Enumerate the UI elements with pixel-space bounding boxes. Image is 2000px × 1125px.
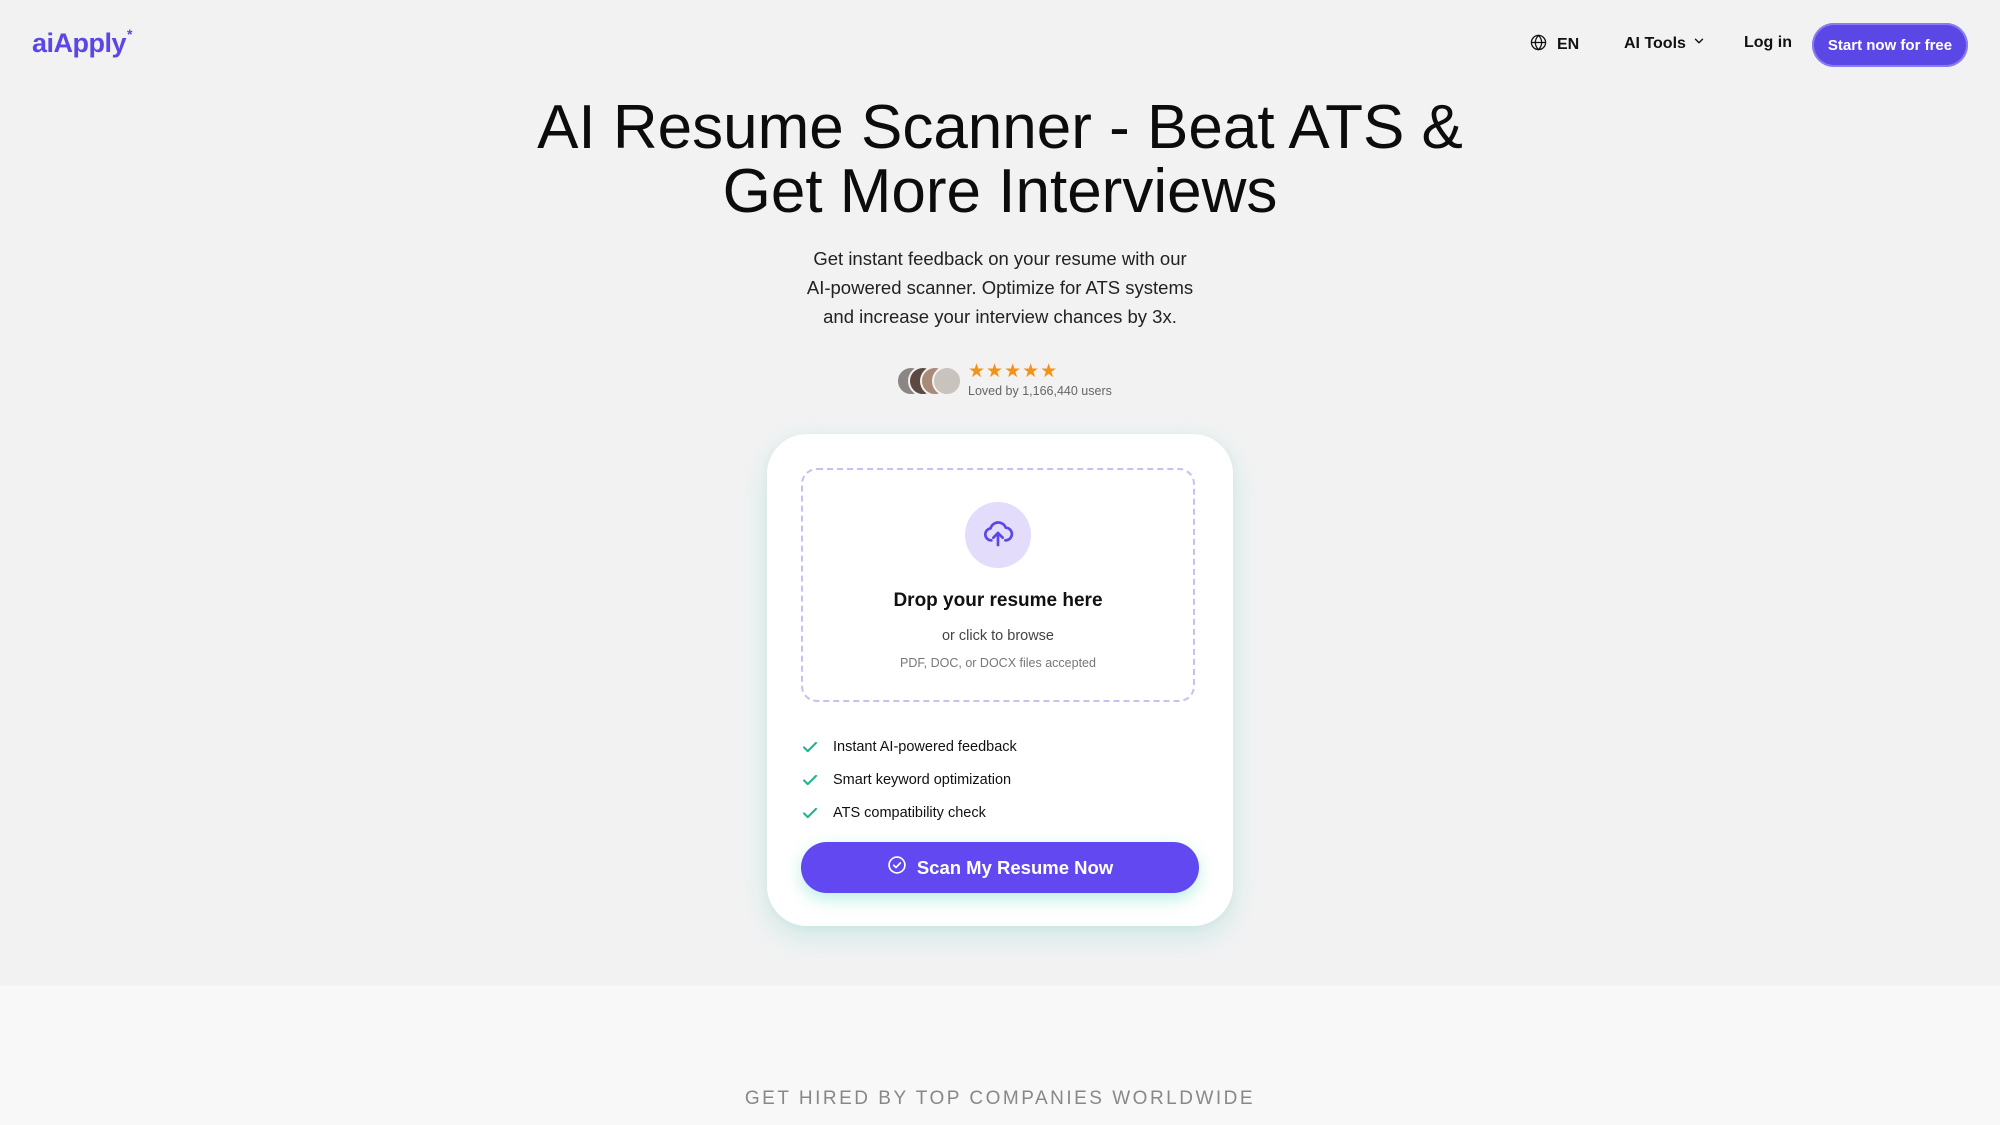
login-link[interactable]: Log in [1744,34,1792,52]
title-line-1: AI Resume Scanner - Beat ATS & [537,93,1463,162]
hero-subtitle: Get instant feedback on your resume with… [780,244,1220,331]
list-item: ATS compatibility check [801,796,1195,829]
feature-label: ATS compatibility check [833,804,986,821]
start-free-button[interactable]: Start now for free [1812,23,1968,67]
upload-icon-badge [965,502,1031,568]
language-label: EN [1557,36,1580,53]
check-icon [801,771,819,789]
check-icon [801,738,819,756]
logo[interactable]: aiApply* [32,26,132,59]
star-rating: ★★★★★ [968,361,1059,382]
ai-tools-label: AI Tools [1624,34,1686,52]
site-header: aiApply* EN AI Tools Log in Start now fo… [0,0,2000,92]
title-line-2: Get More Interviews [722,157,1278,226]
feature-label: Smart keyword optimization [833,771,1012,788]
subtitle-line-3: and increase your interview chances by 3… [823,306,1177,327]
feature-list: Instant AI-powered feedback Smart keywor… [801,730,1195,829]
check-icon [801,804,819,822]
scan-button-label: Scan My Resume Now [916,856,1114,878]
subtitle-line-1: Get instant feedback on your resume with… [813,248,1187,269]
list-item: Smart keyword optimization [801,763,1195,796]
resume-scanner-card: Drop your resume here or click to browse… [767,434,1233,926]
cloud-upload-icon [982,517,1014,554]
companies-heading: GET HIRED BY TOP COMPANIES WORLDWIDE [744,1088,1256,1109]
user-avatars [896,366,962,396]
avatar [932,366,962,396]
globe-icon [1530,34,1547,56]
subtitle-line-2: AI-powered scanner. Optimize for ATS sys… [806,277,1194,298]
logo-sparkle-icon: * [127,26,132,42]
companies-section: GET HIRED BY TOP COMPANIES WORLDWIDE [0,986,2000,1125]
loved-by-text: Loved by 1,166,440 users [968,384,1112,398]
social-proof: ★★★★★ Loved by 1,166,440 users [896,360,1196,404]
check-circle-icon [887,855,907,880]
language-selector[interactable]: EN [1530,34,1579,56]
feature-label: Instant AI-powered feedback [833,738,1017,755]
chevron-down-icon [1692,34,1706,53]
ai-tools-menu[interactable]: AI Tools [1624,34,1706,53]
browse-text: or click to browse [941,628,1054,644]
scan-resume-button[interactable]: Scan My Resume Now [801,842,1199,893]
accepted-formats: PDF, DOC, or DOCX files accepted [900,656,1096,670]
list-item: Instant AI-powered feedback [801,730,1195,763]
dropzone-title: Drop your resume here [893,590,1103,611]
logo-text: aiApply [32,28,127,58]
resume-dropzone[interactable]: Drop your resume here or click to browse… [801,468,1195,702]
page-title: AI Resume Scanner - Beat ATS & Get More … [0,96,2000,224]
